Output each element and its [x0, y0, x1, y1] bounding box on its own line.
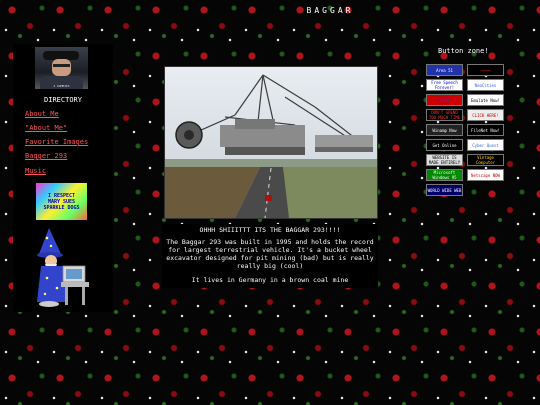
- web-button-1[interactable]: ~~~~: [467, 64, 504, 76]
- sparkle-dogs-badge: I RESPECT MARY SUES SPARKLE DOGS: [36, 183, 87, 220]
- nav-link-about-me[interactable]: About Me: [25, 110, 59, 118]
- wizard-icon: [37, 228, 89, 307]
- nav-link-about-me-quoted[interactable]: "About Me": [25, 124, 67, 132]
- avatar-caption: 4 DUMMIES: [53, 84, 70, 88]
- web-button-0[interactable]: Area 51: [426, 64, 463, 76]
- web-button-13[interactable]: Vintage Computer: [467, 154, 504, 166]
- web-button-12[interactable]: WEBSITE IS MADE ENTIRELY: [426, 154, 463, 166]
- nav-link-bagger-293[interactable]: Bagger 293: [25, 152, 67, 160]
- caption-location: It lives in Germany in a brown coal mine: [191, 276, 349, 284]
- web-button-8[interactable]: Winamp Now: [426, 124, 463, 136]
- sparkle-badge-line3: SPARKLE DOGS: [43, 204, 80, 211]
- avatar: 4 DUMMIES: [35, 47, 88, 89]
- web-button-2[interactable]: Free Speech Forever!: [426, 79, 463, 91]
- glasses-shape: [53, 64, 70, 67]
- bagger-293-photo: [164, 66, 378, 219]
- caption-description: The Baggar 293 was built in 1995 and hol…: [166, 238, 374, 270]
- web-button-5[interactable]: Emulate Now!: [467, 94, 504, 106]
- caption-box: OHHH SHIIITTT ITS THE BAGGAR 293!!!! The…: [162, 224, 378, 288]
- web-button-3[interactable]: NeoCities: [467, 79, 504, 91]
- nav-link-favorite-images[interactable]: Favorite Images: [25, 138, 88, 146]
- sidebar: 4 DUMMIES DIRECTORY About Me "About Me" …: [13, 44, 113, 312]
- page-title: BAGGAR: [306, 6, 354, 15]
- web-button-4[interactable]: XXXX: [426, 94, 463, 106]
- web-button-10[interactable]: Get Online: [426, 139, 463, 151]
- web-button-6[interactable]: DON'T SPEND TOO MUCH TIME: [426, 109, 463, 121]
- face-shape: [52, 59, 71, 76]
- button-zone-panel: Area 51 ~~~~ Free Speech Forever! NeoCities…: [424, 62, 508, 196]
- caption-title: OHHH SHIIITTT ITS THE BAGGAR 293!!!!: [199, 226, 341, 234]
- directory-heading: DIRECTORY: [44, 96, 82, 104]
- web-button-16[interactable]: WORLD WIDE WEB: [426, 184, 463, 196]
- button-zone-label: Button zone!: [438, 47, 489, 55]
- nav-link-music[interactable]: Music: [25, 167, 46, 175]
- web-button-14[interactable]: Microsoft Windows 95: [426, 169, 463, 181]
- web-button-15[interactable]: Netscape NOW: [467, 169, 504, 181]
- web-button-11[interactable]: Cyber Quest: [467, 139, 504, 151]
- web-button-9[interactable]: FileNet Now!: [467, 124, 504, 136]
- web-button-7[interactable]: CLICK HERE!: [467, 109, 504, 121]
